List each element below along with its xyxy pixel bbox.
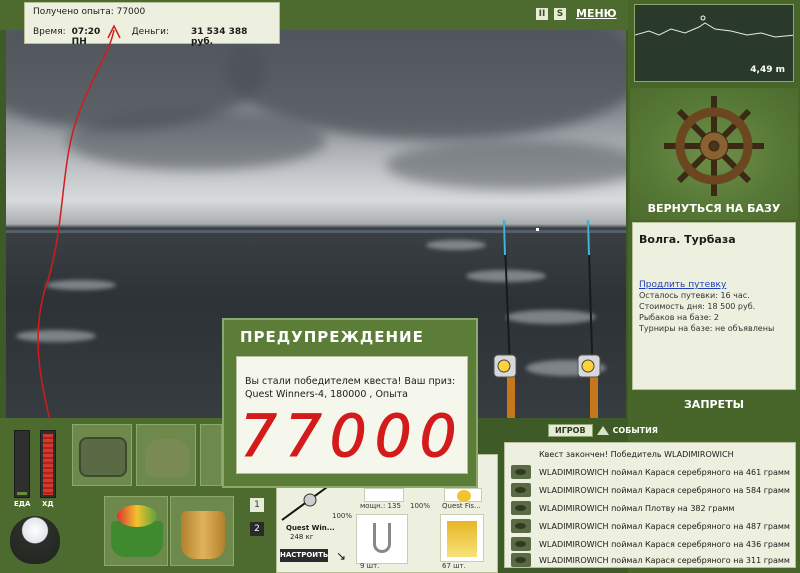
top-controls: II S МЕНЮ xyxy=(536,8,617,20)
return-to-base-label[interactable]: ВЕРНУТЬСЯ НА БАЗУ xyxy=(630,202,798,215)
time-label: Время: xyxy=(33,27,66,37)
line-power: мощн.: 135 xyxy=(360,502,401,510)
line-durability: 100% xyxy=(410,502,431,510)
location-info: Волга. Турбаза Продлить путевку Осталось… xyxy=(632,222,796,390)
pot-icon[interactable] xyxy=(10,516,60,564)
extend-pass-link[interactable]: Продлить путевку xyxy=(639,280,789,290)
tackle-bag-icon xyxy=(79,437,127,477)
list-item: WLADIMIROWICH поймал Плотву на 382 грамм xyxy=(511,499,793,517)
page-2-button[interactable]: 2 xyxy=(250,522,264,536)
inventory-slot-bucket[interactable] xyxy=(170,496,234,566)
list-item: WLADIMIROWICH поймал Карася серебряного … xyxy=(511,551,793,569)
bans-button[interactable]: ЗАПРЕТЫ xyxy=(630,398,798,411)
events-tabs: ИГРОВ СОБЫТИЯ xyxy=(548,424,658,437)
fish-sack-icon xyxy=(145,439,189,477)
player-info-card: Получено опыта: 77000 Время: 07:20 ПН Де… xyxy=(24,2,280,47)
list-item: WLADIMIROWICH поймал Карася серебряного … xyxy=(511,517,793,535)
pause-icon[interactable]: II xyxy=(536,8,548,20)
bait-slot[interactable] xyxy=(444,488,482,502)
fish-icon xyxy=(511,465,531,479)
depth-value: 4,49 m xyxy=(750,65,785,75)
fish-icon xyxy=(511,553,531,567)
hook-count: 9 шт. xyxy=(360,562,380,570)
menu-button[interactable]: МЕНЮ xyxy=(576,8,617,20)
fish-icon xyxy=(511,537,531,551)
time-value: 07:20 ПН xyxy=(71,27,101,47)
depth-map: 4,49 m xyxy=(634,4,794,82)
dialog-title: ПРЕДУПРЕЖДЕНИЕ xyxy=(240,328,424,346)
food-label: ЕДА xyxy=(14,500,31,508)
groundbait-count: 67 шт. xyxy=(442,562,466,570)
fish-icon xyxy=(511,483,531,497)
bait-name: Quest Fis... xyxy=(442,502,481,510)
bait-icon xyxy=(457,490,471,502)
day-cost: Стоимость дня: 18 500 руб. xyxy=(639,302,756,311)
exp-gained-text: Получено опыта: 77000 xyxy=(33,7,146,17)
dialog-message: Вы стали победителем квеста! Ваш приз: Q… xyxy=(245,376,456,400)
list-item: WLADIMIROWICH поймал Карася серебряного … xyxy=(511,481,793,499)
inventory-slot-extra[interactable] xyxy=(200,424,222,486)
money-value: 31 534 388 руб. xyxy=(191,27,248,47)
inventory-slot-bag[interactable] xyxy=(72,424,132,486)
arrow-icon: ↘ xyxy=(336,549,347,563)
groundbait-slot[interactable] xyxy=(440,514,484,562)
ship-wheel-icon xyxy=(664,96,764,196)
line-slot[interactable] xyxy=(364,488,404,502)
sound-icon[interactable]: S xyxy=(554,8,566,20)
hp-meter xyxy=(40,430,56,498)
list-item: Квест закончен! Победитель WLADIMIROWICH xyxy=(539,449,734,459)
vegetables-icon xyxy=(117,505,157,527)
groundbait-icon xyxy=(447,521,477,557)
money-label: Деньги: xyxy=(131,27,170,37)
hook-icon xyxy=(373,523,391,553)
hp-level xyxy=(43,434,53,495)
hook-slot[interactable] xyxy=(356,514,408,564)
inventory-slot-food[interactable] xyxy=(104,496,168,566)
fish-icon xyxy=(511,519,531,533)
tune-button[interactable]: НАСТРОИТЬ xyxy=(280,549,328,562)
list-item: WLADIMIROWICH поймал Карася серебряного … xyxy=(511,463,793,481)
page-1-button[interactable]: 1 xyxy=(250,498,264,512)
food-meter xyxy=(14,430,30,498)
tournaments-status: Турниры на базе: не объявлены xyxy=(639,324,775,333)
location-title: Волга. Турбаза xyxy=(639,233,736,246)
inventory-slot-sack[interactable] xyxy=(136,424,196,486)
events-log: Квест закончен! Победитель WLADIMIROWICH… xyxy=(504,442,796,568)
return-to-base-button[interactable] xyxy=(630,88,798,220)
pass-remaining: Осталось путевки: 16 час. xyxy=(639,291,750,300)
food-level xyxy=(17,491,27,495)
rod-durability: 100% xyxy=(332,512,353,520)
tab-arrow-icon xyxy=(596,426,609,435)
anglers-count: Рыбаков на базе: 2 xyxy=(639,313,719,322)
rod-weight: 248 кг xyxy=(290,533,314,541)
bucket-icon xyxy=(181,511,225,559)
dialog-body: Вы стали победителем квеста! Ваш приз: Q… xyxy=(236,356,468,474)
warning-dialog: ПРЕДУПРЕЖДЕНИЕ Вы стали победителем квес… xyxy=(222,318,478,488)
fish-icon xyxy=(511,501,531,515)
tab-events[interactable]: СОБЫТИЯ xyxy=(613,426,658,435)
rod-name: Quest Win... xyxy=(286,524,335,532)
hp-label: ХД xyxy=(42,500,54,508)
tab-game-events[interactable]: ИГРОВ xyxy=(548,424,593,437)
